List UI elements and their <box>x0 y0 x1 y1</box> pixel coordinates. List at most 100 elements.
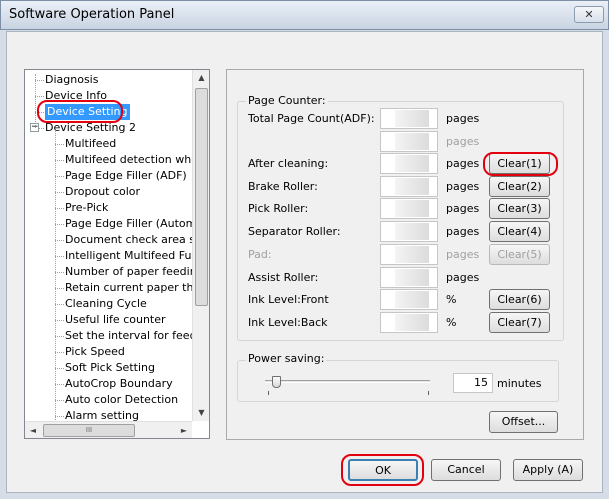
cancel-button[interactable]: Cancel <box>431 459 501 481</box>
counter-value-field <box>380 289 438 310</box>
slider-tick-min <box>268 391 269 395</box>
vertical-scroll-thumb[interactable] <box>195 88 208 306</box>
tree-connector <box>55 160 64 161</box>
tree-child-line <box>55 130 56 430</box>
power-saving-value: 15 <box>474 376 488 389</box>
counter-value-field <box>380 267 438 288</box>
power-saving-slider-thumb[interactable] <box>272 376 281 388</box>
tree-item[interactable]: Multifeed detection when s <box>65 152 209 168</box>
counter-unit: pages <box>446 202 480 215</box>
tree-item[interactable]: Intelligent Multifeed Functio <box>65 248 209 264</box>
counter-value-field <box>380 176 438 197</box>
counter-label: Pick Roller: <box>248 202 309 215</box>
power-saving-slider-track[interactable] <box>265 380 430 383</box>
counter-label: After cleaning: <box>248 157 329 170</box>
tree-connector <box>55 240 64 241</box>
window-title: Software Operation Panel <box>9 7 175 22</box>
clear-counter-button[interactable]: Clear(3) <box>489 198 550 219</box>
tree-item[interactable]: Document check area spe <box>65 232 209 248</box>
grip-icon: III <box>85 426 93 434</box>
counter-unit: pages <box>446 248 480 261</box>
clear-counter-button-label: Clear(2) <box>497 180 542 193</box>
counter-unit: pages <box>446 157 480 170</box>
tree-item[interactable]: Cleaning Cycle <box>65 296 147 312</box>
tree-connector <box>55 400 64 401</box>
device-setting-highlight <box>37 100 123 123</box>
tree-item[interactable]: Pre-Pick <box>65 200 108 216</box>
close-icon: ✕ <box>584 8 594 21</box>
counter-value-mask <box>395 155 429 172</box>
tree-item[interactable]: Auto color Detection <box>65 392 178 408</box>
tree-connector <box>55 176 64 177</box>
counter-label: Assist Roller: <box>248 271 319 284</box>
counter-value-field <box>380 198 438 219</box>
settings-tree[interactable]: Diagnosis Device Info Device Setting Device… <box>24 69 210 439</box>
tree-item[interactable]: Set the interval for feeding <box>65 328 209 344</box>
tree-connector <box>55 192 64 193</box>
tree-item[interactable]: Number of paper feeding re <box>65 264 209 280</box>
tree-item[interactable]: Page Edge Filler (ADF) <box>65 168 187 184</box>
power-saving-unit: minutes <box>497 377 542 390</box>
tree-connector <box>35 96 44 97</box>
counter-value-mask <box>395 200 429 217</box>
tree-vertical-scrollbar[interactable]: ▲ ▼ <box>192 70 209 421</box>
tree-connector <box>55 288 64 289</box>
tree-item[interactable]: Diagnosis <box>45 72 98 88</box>
tree-item[interactable]: Retain current paper thickn <box>65 280 209 296</box>
scroll-up-button[interactable]: ▲ <box>193 70 209 86</box>
tree-item[interactable]: AutoCrop Boundary <box>65 376 173 392</box>
counter-value-mask <box>395 314 429 331</box>
apply-button-label: Apply (A) <box>522 463 574 476</box>
counter-value-field <box>380 221 438 242</box>
apply-button[interactable]: Apply (A) <box>513 459 583 481</box>
counter-value-mask <box>395 178 429 195</box>
counter-unit: % <box>446 316 457 329</box>
power-saving-title: Power saving: <box>246 352 327 365</box>
counter-value-mask <box>395 133 429 150</box>
counter-value-field <box>380 153 438 174</box>
tree-item[interactable]: Useful life counter <box>65 312 166 328</box>
counter-unit: pages <box>446 271 480 284</box>
tree-connector <box>55 256 64 257</box>
counter-value-field <box>380 108 438 129</box>
horizontal-scroll-thumb[interactable]: III <box>43 424 135 437</box>
tree-item[interactable]: Page Edge Filler (Automatio <box>65 216 209 232</box>
counter-label: Pad: <box>248 248 272 261</box>
counter-unit: pages <box>446 135 480 148</box>
clear-counter-button-label: Clear(7) <box>497 316 542 329</box>
counter-unit: pages <box>446 112 480 125</box>
scroll-left-button[interactable]: ◄ <box>25 422 41 438</box>
tree-root-line <box>35 74 36 128</box>
clear-counter-button-label: Clear(6) <box>497 293 542 306</box>
counter-label: Ink Level:Front <box>248 293 329 306</box>
offset-button[interactable]: Offset... <box>489 411 558 433</box>
clear-counter-button[interactable]: Clear(4) <box>489 221 550 242</box>
tree-connector <box>55 272 64 273</box>
clear-counter-button[interactable]: Clear(5) <box>489 244 550 265</box>
arrow-up-icon: ▲ <box>198 73 205 82</box>
ok-highlight <box>341 454 424 486</box>
tree-connector <box>55 416 64 417</box>
close-button[interactable]: ✕ <box>574 6 604 23</box>
arrow-down-icon: ▼ <box>198 408 205 417</box>
tree-horizontal-scrollbar[interactable]: ◄ III ► <box>25 421 192 438</box>
clear1-highlight <box>483 152 558 176</box>
counter-label: Brake Roller: <box>248 180 318 193</box>
page-counter-title: Page Counter: <box>246 94 328 107</box>
tree-item[interactable]: Pick Speed <box>65 344 125 360</box>
scroll-right-button[interactable]: ► <box>176 422 192 438</box>
clear-counter-button-label: Clear(5) <box>497 248 542 261</box>
tree-item[interactable]: Soft Pick Setting <box>65 360 155 376</box>
counter-value-field <box>380 312 438 333</box>
clear-counter-button[interactable]: Clear(7) <box>489 312 550 333</box>
clear-counter-button[interactable]: Clear(2) <box>489 176 550 197</box>
clear-counter-button-label: Clear(3) <box>497 202 542 215</box>
scroll-down-button[interactable]: ▼ <box>193 405 209 421</box>
counter-value-mask <box>395 246 429 263</box>
power-saving-value-field[interactable]: 15 <box>453 373 493 393</box>
clear-counter-button[interactable]: Clear(6) <box>489 289 550 310</box>
tree-item[interactable]: Dropout color <box>65 184 140 200</box>
offset-button-label: Offset... <box>501 415 546 428</box>
tree-item[interactable]: Multifeed <box>65 136 116 152</box>
tree-connector <box>55 352 64 353</box>
